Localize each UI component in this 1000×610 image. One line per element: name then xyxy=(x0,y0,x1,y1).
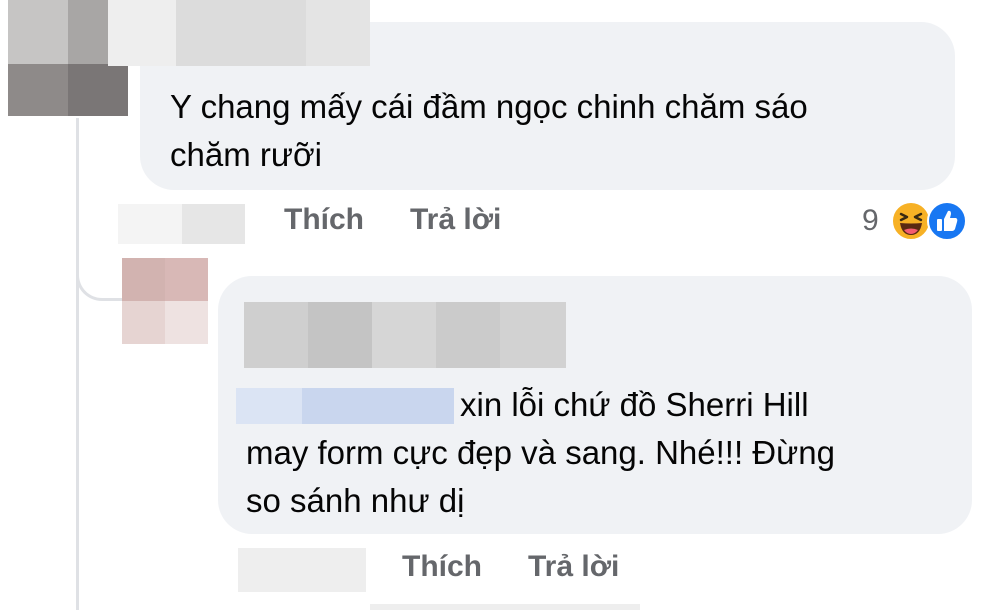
reply-author-name[interactable] xyxy=(244,302,566,368)
reply-like-button[interactable]: Thích xyxy=(402,550,482,584)
reply-text-line-3: so sánh như dị xyxy=(246,482,465,519)
reply-text-line-2: may form cực đẹp và sang. Nhé!!! Đừng xyxy=(246,434,835,471)
thread-line xyxy=(76,118,79,610)
thread-branch xyxy=(76,255,122,301)
bottom-partial-element xyxy=(370,604,640,610)
reaction-count: 9 xyxy=(862,204,879,237)
reaction-summary[interactable]: 9 xyxy=(862,200,974,242)
like-icon xyxy=(927,201,967,241)
comment-text-line-2: chăm rưỡi xyxy=(170,136,322,173)
like-button[interactable]: Thích xyxy=(284,203,364,237)
comment-author-name[interactable] xyxy=(108,0,370,66)
reply-reply-button[interactable]: Trả lời xyxy=(528,550,619,584)
reply-avatar[interactable] xyxy=(122,258,208,344)
reply-timestamp[interactable] xyxy=(238,548,366,592)
reply-button[interactable]: Trả lời xyxy=(410,203,501,237)
comment-text-line-1: Y chang mấy cái đầm ngọc chinh chăm sáo xyxy=(170,88,808,125)
reply-text-line-1: xin lỗi chứ đồ Sherri Hill xyxy=(460,386,809,423)
comment-timestamp[interactable] xyxy=(118,204,245,244)
mention-tag[interactable] xyxy=(236,388,454,424)
